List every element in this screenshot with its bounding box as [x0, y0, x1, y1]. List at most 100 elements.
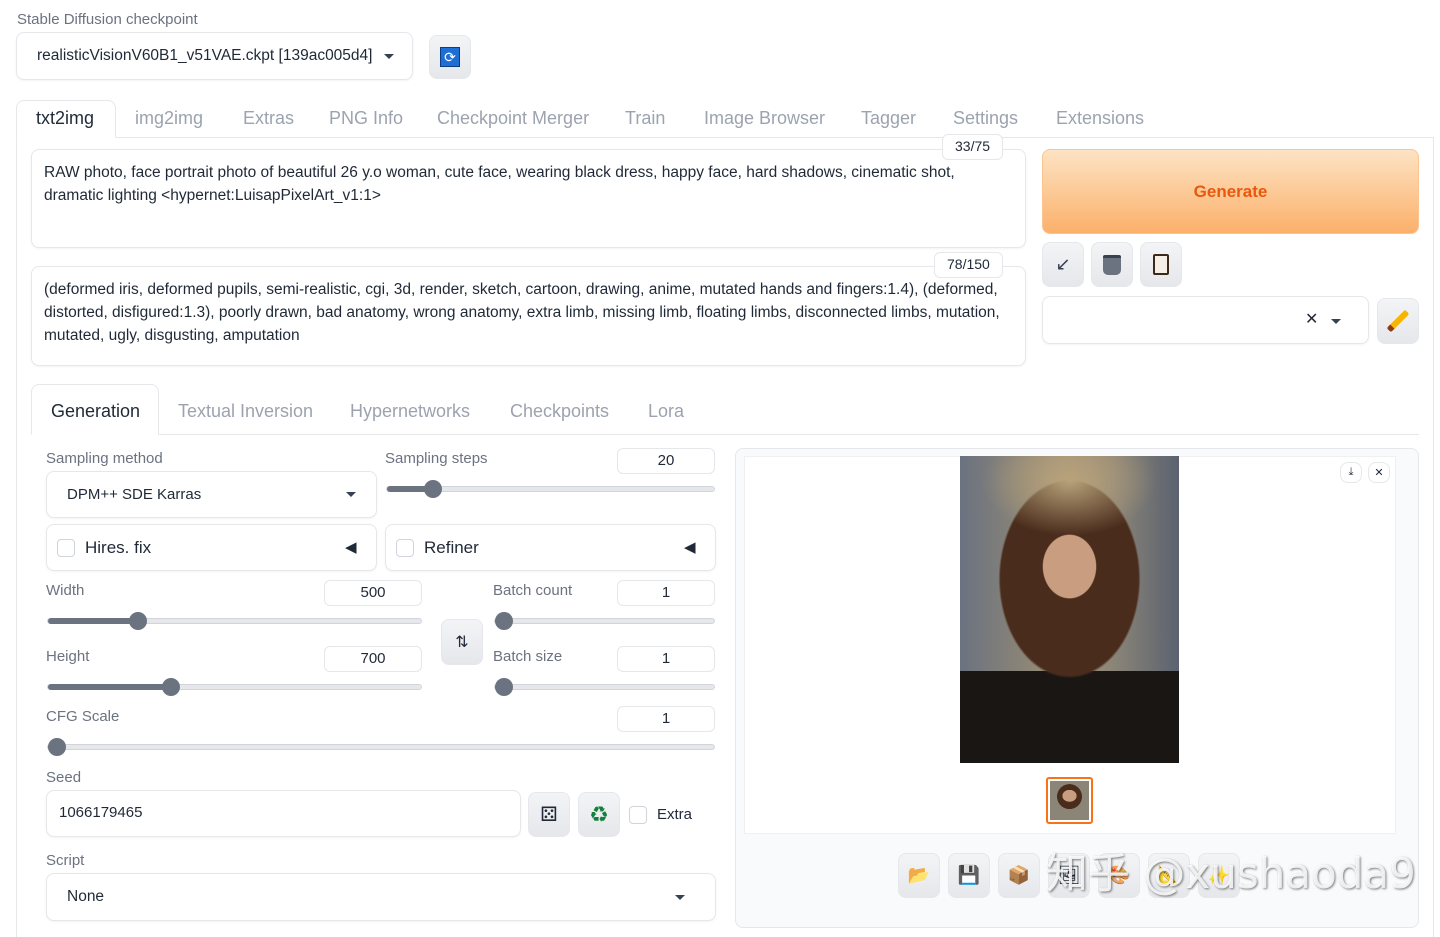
chevron-down-icon: [384, 53, 395, 59]
tab-img2img[interactable]: img2img: [135, 108, 203, 129]
chevron-down-icon: [1331, 319, 1341, 324]
extra-seed-label: Extra: [657, 806, 693, 823]
sampling-method-dropdown[interactable]: DPM++ SDE Karras: [46, 471, 377, 518]
swap-icon: ⇅: [455, 634, 469, 651]
thumbnail-selected[interactable]: [1046, 777, 1093, 824]
reuse-seed-button[interactable]: ♻: [578, 792, 620, 837]
subtab-divider: [31, 434, 1419, 435]
width-slider[interactable]: [47, 612, 422, 630]
slider-thumb[interactable]: [128, 612, 147, 630]
arrow-down-left-icon: ↙: [1055, 254, 1071, 274]
cfg-scale-input[interactable]: 1: [617, 706, 715, 732]
batch-size-input[interactable]: 1: [617, 646, 715, 672]
script-label: Script: [46, 852, 85, 869]
clear-icon[interactable]: ✕: [1305, 309, 1318, 329]
sampling-steps-slider[interactable]: [386, 480, 715, 498]
batch-count-slider[interactable]: [494, 612, 715, 630]
negative-prompt-textarea[interactable]: (deformed iris, deformed pupils, semi-re…: [31, 266, 1026, 366]
package-icon: 📦: [1007, 865, 1031, 885]
checkpoint-value: realisticVisionV60B1_v51VAE.ckpt [139ac0…: [37, 47, 373, 64]
pencil-icon: [1386, 309, 1410, 333]
slider-thumb[interactable]: [423, 480, 442, 498]
save-button[interactable]: 💾: [948, 853, 990, 898]
height-label: Height: [46, 648, 90, 665]
refiner-label: Refiner: [424, 538, 479, 557]
send-to-inpaint-button[interactable]: 🎨: [1098, 853, 1140, 898]
subtab-checkpoints[interactable]: Checkpoints: [510, 401, 609, 422]
width-input[interactable]: 500: [324, 580, 422, 606]
random-seed-button[interactable]: ⚄: [528, 792, 570, 837]
generated-image[interactable]: [960, 456, 1179, 763]
sampling-method-value: DPM++ SDE Karras: [67, 486, 202, 503]
swap-dimensions-button[interactable]: ⇅: [441, 619, 483, 665]
batch-size-label: Batch size: [493, 648, 563, 665]
hires-fix-checkbox[interactable]: [57, 539, 75, 557]
refresh-checkpoint-button[interactable]: ⟳: [429, 35, 471, 79]
save-icon: 💾: [957, 865, 981, 885]
tab-image-browser[interactable]: Image Browser: [704, 108, 825, 129]
close-image-button[interactable]: ✕: [1368, 462, 1390, 483]
chevron-down-icon: [346, 492, 356, 497]
send-to-img2img-button[interactable]: 🖼: [1048, 853, 1090, 898]
width-label: Width: [46, 582, 85, 599]
sampling-steps-label: Sampling steps: [385, 450, 488, 467]
edit-styles-button[interactable]: [1377, 298, 1419, 344]
zip-button[interactable]: 📦: [998, 853, 1040, 898]
sparkles-icon: ✨: [1207, 865, 1231, 885]
collapse-triangle-icon: ◀: [684, 539, 696, 556]
subtab-lora[interactable]: Lora: [648, 401, 684, 422]
upscale-button[interactable]: ✨: [1198, 853, 1240, 898]
prompt-textarea[interactable]: RAW photo, face portrait photo of beauti…: [31, 149, 1026, 248]
read-params-button[interactable]: ↙: [1042, 242, 1084, 287]
tab-png-info[interactable]: PNG Info: [329, 108, 403, 129]
recycle-icon: ♻: [589, 801, 609, 827]
height-input[interactable]: 700: [324, 646, 422, 672]
tab-txt2img[interactable]: txt2img: [36, 108, 94, 129]
script-dropdown[interactable]: None: [46, 873, 716, 921]
refiner-accordion[interactable]: Refiner ◀: [385, 524, 716, 571]
negative-token-counter: 78/150: [934, 252, 1003, 278]
tab-train[interactable]: Train: [625, 108, 665, 129]
slider-thumb[interactable]: [162, 678, 181, 696]
batch-size-slider[interactable]: [494, 678, 715, 696]
subtab-textual-inversion[interactable]: Textual Inversion: [178, 401, 313, 422]
palette-icon: 🎨: [1107, 865, 1131, 885]
generate-button[interactable]: Generate: [1042, 149, 1419, 234]
height-slider[interactable]: [47, 678, 422, 696]
tab-settings[interactable]: Settings: [953, 108, 1018, 129]
subtab-hypernetworks[interactable]: Hypernetworks: [350, 401, 470, 422]
slider-thumb[interactable]: [48, 738, 66, 756]
picture-icon: 🖼: [1057, 865, 1081, 885]
slider-thumb[interactable]: [495, 612, 513, 630]
batch-count-label: Batch count: [493, 582, 573, 599]
cfg-scale-slider[interactable]: [47, 738, 715, 756]
tab-tagger[interactable]: Tagger: [861, 108, 916, 129]
batch-count-input[interactable]: 1: [617, 580, 715, 606]
open-folder-button[interactable]: 📂: [898, 853, 940, 898]
refresh-icon: ⟳: [440, 47, 460, 67]
sampling-steps-input[interactable]: 20: [617, 448, 715, 474]
hires-fix-accordion[interactable]: Hires. fix ◀: [46, 524, 377, 571]
trash-icon: [1103, 254, 1121, 275]
tab-extras[interactable]: Extras: [243, 108, 294, 129]
collapse-triangle-icon: ◀: [345, 539, 357, 556]
refiner-checkbox[interactable]: [396, 539, 414, 557]
hires-fix-label: Hires. fix: [85, 538, 152, 557]
slider-thumb[interactable]: [495, 678, 513, 696]
clear-prompt-button[interactable]: [1091, 242, 1133, 287]
seed-input[interactable]: 1066179465: [46, 790, 521, 837]
send-to-extras-button[interactable]: 📐: [1148, 853, 1190, 898]
seed-label: Seed: [46, 769, 82, 786]
download-button[interactable]: ⤓: [1340, 462, 1362, 483]
close-icon: ✕: [1374, 467, 1384, 479]
tab-extensions[interactable]: Extensions: [1056, 108, 1144, 129]
checkpoint-label: Stable Diffusion checkpoint: [17, 11, 198, 28]
styles-dropdown[interactable]: ✕: [1042, 296, 1369, 344]
tab-checkpoint-merger[interactable]: Checkpoint Merger: [437, 108, 589, 129]
checkpoint-dropdown[interactable]: realisticVisionV60B1_v51VAE.ckpt [139ac0…: [16, 32, 413, 80]
extra-seed-checkbox[interactable]: [629, 806, 647, 824]
sampling-method-label: Sampling method: [46, 450, 163, 467]
subtab-generation[interactable]: Generation: [51, 401, 140, 422]
chevron-down-icon: [675, 894, 685, 900]
paste-styles-button[interactable]: [1140, 242, 1182, 287]
